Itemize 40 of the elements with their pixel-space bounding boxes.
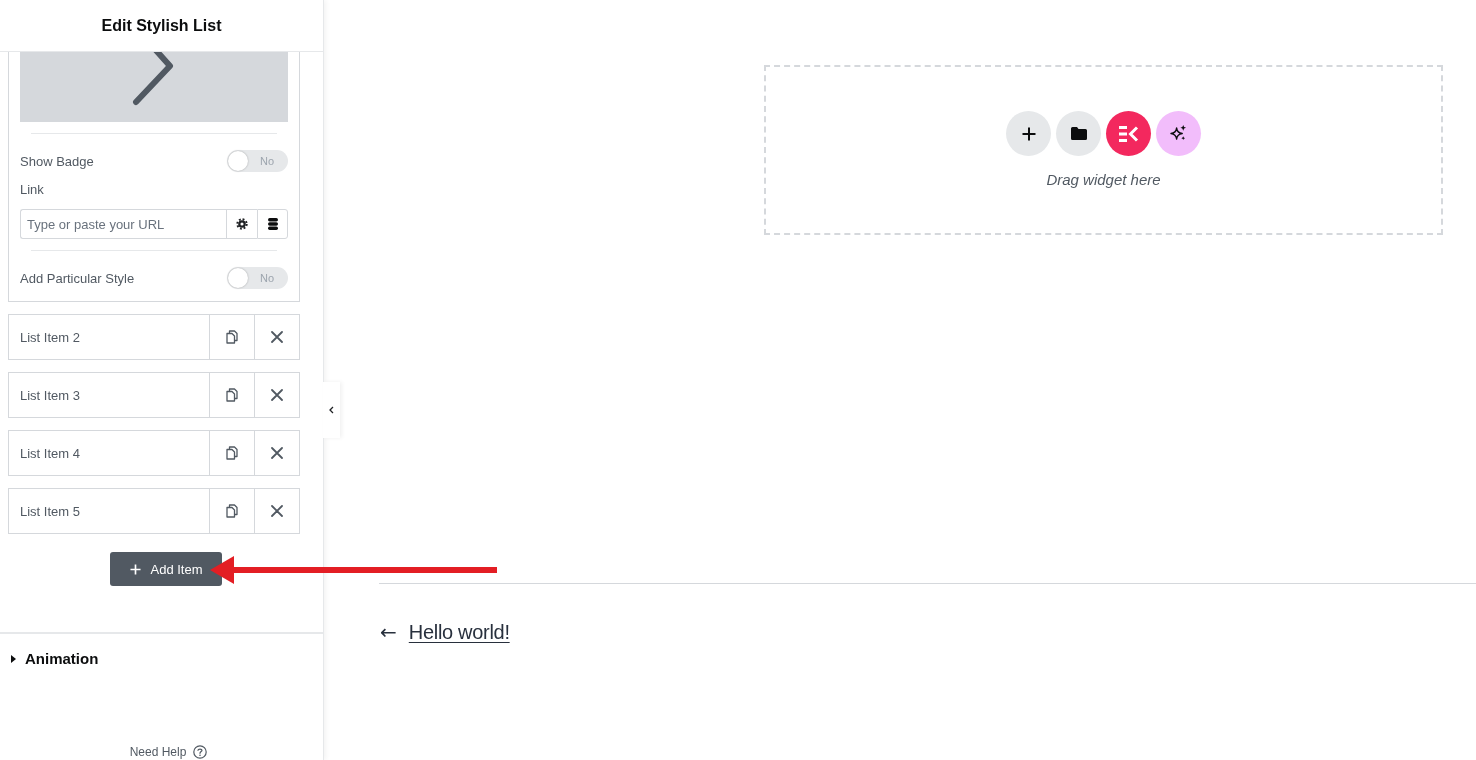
chevron-right-icon — [130, 52, 176, 108]
add-item-button[interactable]: Add Item — [109, 552, 222, 586]
url-input[interactable]: Type or paste your URL — [20, 209, 226, 239]
section-header[interactable]: Animation — [0, 634, 323, 683]
icon-preview[interactable] — [20, 52, 288, 122]
drop-hint: Drag widget here — [1046, 171, 1161, 188]
copy-icon — [226, 330, 238, 344]
add-button[interactable] — [1006, 111, 1051, 156]
close-icon — [271, 389, 283, 401]
field-label: Link — [20, 182, 45, 197]
field-label: Add Particular Style — [20, 270, 135, 286]
post-link[interactable]: Hello world! — [408, 620, 510, 644]
item-title[interactable]: List Item 2 — [9, 315, 209, 359]
chevron-left-icon — [329, 406, 334, 414]
database-icon — [267, 218, 278, 230]
close-icon — [271, 331, 283, 343]
field-label: Show Badge — [20, 153, 94, 169]
help-link[interactable]: Need Help — [129, 745, 187, 759]
copy-icon — [226, 446, 238, 460]
item-title[interactable]: List Item 4 — [9, 431, 209, 475]
back-arrow-icon: ← — [380, 620, 397, 644]
sparkles-button[interactable] — [1156, 111, 1201, 156]
plus-icon — [1021, 126, 1036, 141]
plus-icon — [130, 563, 142, 575]
dynamic-tags-button[interactable] — [257, 209, 288, 239]
settings-icon — [236, 218, 248, 230]
panel-title: Edit Stylish List — [101, 16, 222, 35]
folder-icon — [1070, 127, 1087, 140]
close-icon — [271, 447, 283, 459]
folder-button[interactable] — [1056, 111, 1101, 156]
logo-icon — [1118, 125, 1139, 142]
item-title[interactable]: List Item 3 — [9, 373, 209, 417]
sparkles-icon — [1170, 125, 1187, 142]
close-icon — [271, 505, 283, 517]
copy-icon — [226, 388, 238, 402]
item-title[interactable]: List Item 5 — [9, 489, 209, 533]
copy-icon — [226, 504, 238, 518]
logo-button[interactable] — [1106, 111, 1151, 156]
help-icon[interactable] — [193, 745, 208, 759]
settings-button[interactable] — [226, 209, 257, 239]
